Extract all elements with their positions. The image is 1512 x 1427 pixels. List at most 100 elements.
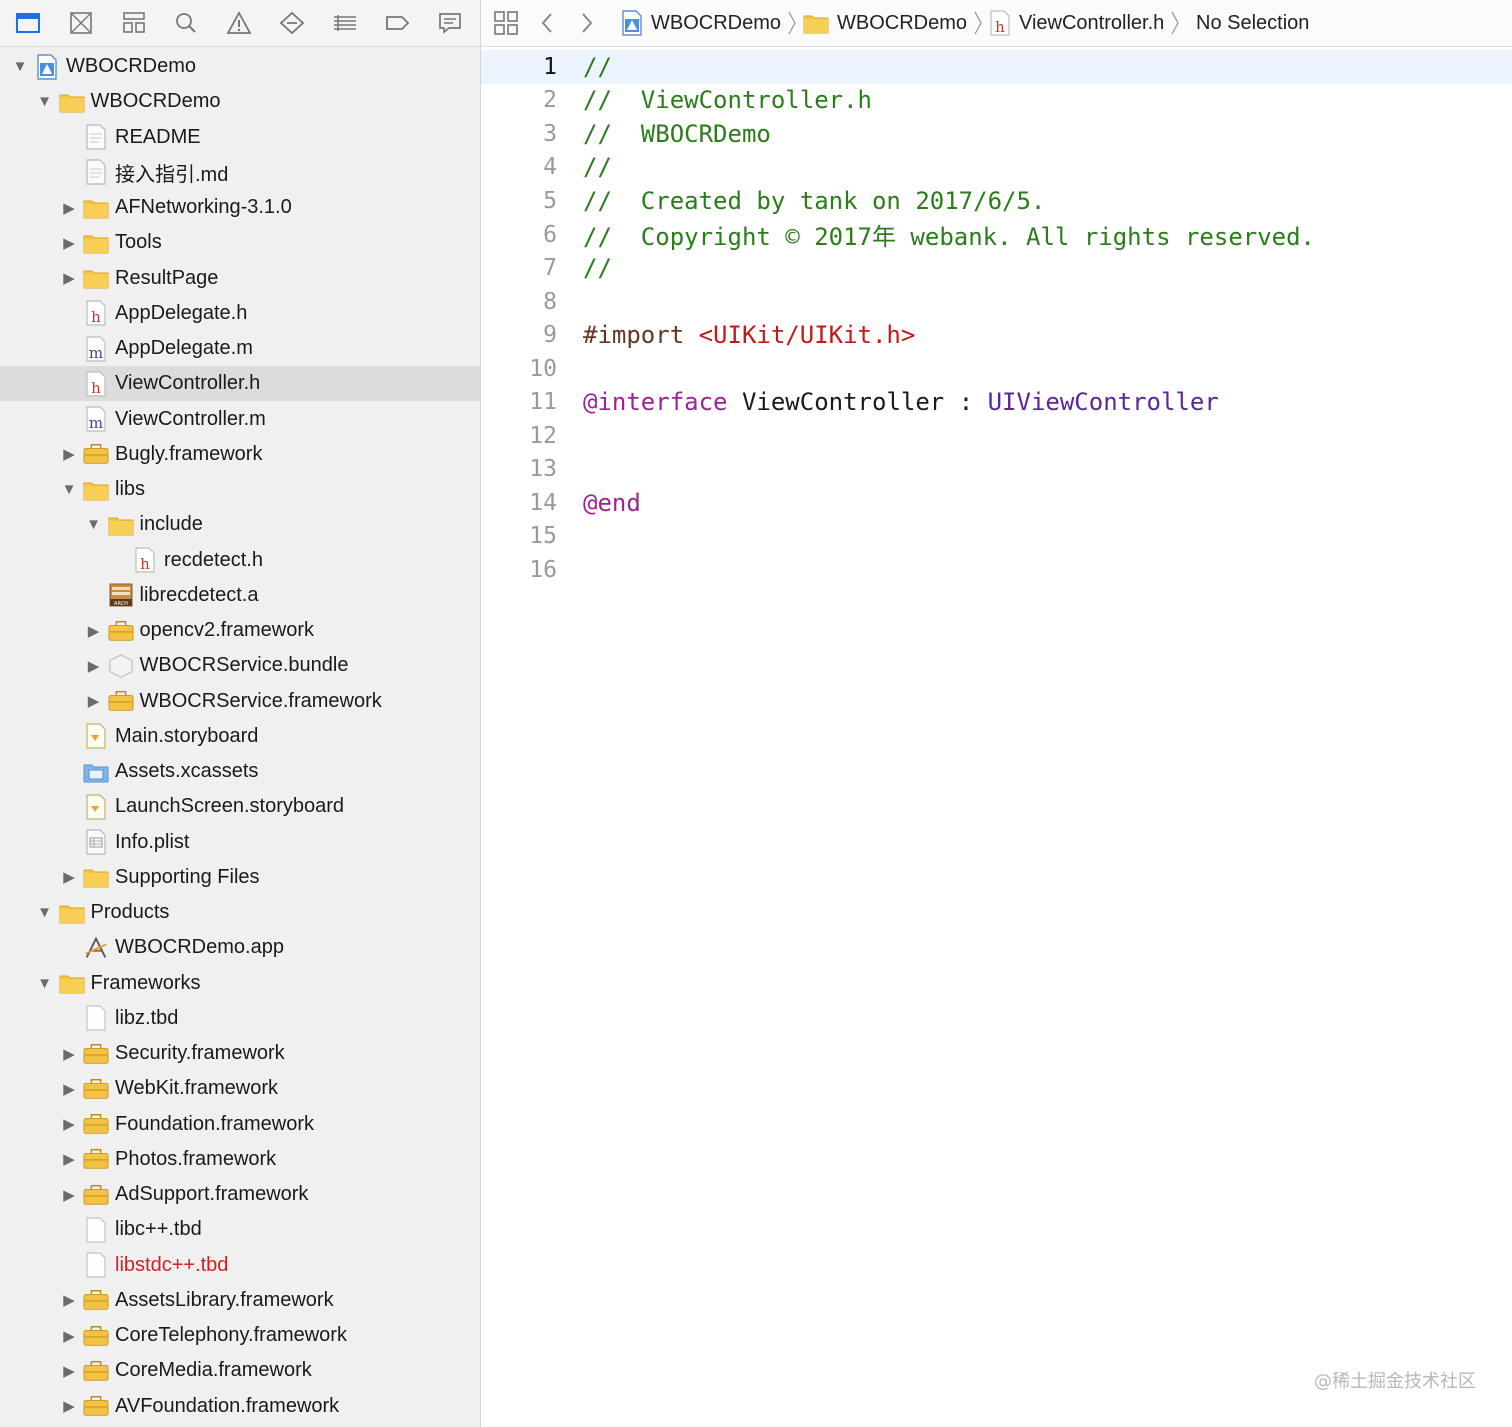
disclosure-closed-icon[interactable]: ▶ [61,235,77,252]
disclosure-closed-icon[interactable]: ▶ [61,446,77,463]
disclosure-closed-icon[interactable]: ▶ [61,1328,77,1345]
tree-row[interactable]: ▶ opencv2.framework [0,613,480,648]
tree-row[interactable]: libz.tbd [0,1001,480,1036]
svg-text:m: m [89,344,103,362]
tree-row[interactable]: libstdc++.tbd [0,1248,480,1283]
tree-row[interactable]: ▶ Bugly.framework [0,437,480,472]
code-line[interactable]: 16 [481,553,1512,587]
tree-row[interactable]: WBOCRDemo.app [0,930,480,965]
issue-icon[interactable] [223,7,255,39]
code-line[interactable]: 14 @end [481,486,1512,520]
source-control-icon[interactable] [65,7,97,39]
disclosure-open-icon[interactable]: ▼ [37,904,53,921]
disclosure-open-icon[interactable]: ▼ [86,516,102,533]
tree-row[interactable]: README [0,120,480,155]
disclosure-closed-icon[interactable]: ▶ [61,1116,77,1133]
disclosure-closed-icon[interactable]: ▶ [61,1398,77,1415]
disclosure-open-icon[interactable]: ▼ [12,58,28,75]
disclosure-closed-icon[interactable]: ▶ [61,1151,77,1168]
breadcrumb-item[interactable]: WBOCRDemo [803,0,983,46]
tree-row[interactable]: libc++.tbd [0,1212,480,1247]
folder-icon [59,901,85,925]
tree-row[interactable]: ▶ Security.framework [0,1036,480,1071]
disclosure-open-icon[interactable]: ▼ [61,481,77,498]
code-line[interactable]: 6 // Copyright © 2017年 webank. All rights… [481,218,1512,252]
tree-row[interactable]: ▶ AFNetworking-3.1.0 [0,190,480,225]
disclosure-closed-icon[interactable]: ▶ [61,1363,77,1380]
tree-row[interactable]: h ViewController.h [0,366,480,402]
tree-row[interactable]: ▼ Products [0,895,480,930]
report-icon[interactable] [434,7,466,39]
disclosure-closed-icon[interactable]: ▶ [61,1081,77,1098]
breadcrumb-item[interactable]: WBOCRDemo [621,0,797,46]
disclosure-open-icon[interactable]: ▼ [37,975,53,992]
code-line[interactable]: 5 // Created by tank on 2017/6/5. [481,184,1512,218]
breadcrumb-item[interactable]: h ViewController.h [989,0,1180,46]
chevron-right-icon[interactable] [579,0,595,46]
code-line[interactable]: 2 // ViewController.h [481,84,1512,118]
tree-row[interactable]: ▼ include [0,507,480,542]
tree-row[interactable]: ▶ Supporting Files [0,860,480,895]
line-number: 1 [543,53,557,80]
code-line[interactable]: 9 #import <UIKit/UIKit.h> [481,318,1512,352]
disclosure-closed-icon[interactable]: ▶ [61,869,77,886]
breadcrumb-item[interactable]: No Selection [1196,0,1309,46]
tree-row[interactable]: ▶ CoreTelephony.framework [0,1318,480,1353]
implementation-file-icon: m [83,406,109,432]
disclosure-open-icon[interactable]: ▼ [37,93,53,110]
symbol-navigator-icon[interactable] [118,7,150,39]
disclosure-closed-icon[interactable]: ▶ [86,693,102,710]
disclosure-closed-icon[interactable]: ▶ [61,1292,77,1309]
tree-row[interactable]: ▶ Tools [0,225,480,260]
disclosure-closed-icon[interactable]: ▶ [86,658,102,675]
tree-row[interactable]: ▶ WBOCRService.bundle [0,648,480,683]
tree-row[interactable]: ▼ Frameworks [0,966,480,1001]
tree-row[interactable]: Main.storyboard [0,719,480,754]
tree-row[interactable]: ▶ WBOCRService.framework [0,684,480,719]
tree-row[interactable]: m ViewController.m [0,402,480,437]
code-line[interactable]: 7 // [481,251,1512,285]
tree-row[interactable]: ▶ Foundation.framework [0,1107,480,1142]
tree-row[interactable]: 接入指引.md [0,155,480,190]
tree-row[interactable]: h AppDelegate.h [0,296,480,331]
tree-row[interactable]: ▶ AdSupport.framework [0,1177,480,1212]
tree-row[interactable]: ▶ CoreMedia.framework [0,1353,480,1388]
code-line[interactable]: 15 [481,520,1512,554]
breakpoint-icon[interactable] [381,7,413,39]
disclosure-closed-icon[interactable]: ▶ [61,1187,77,1204]
tree-row[interactable]: ▶ ResultPage [0,261,480,296]
tree-row[interactable]: m AppDelegate.m [0,331,480,366]
code-line[interactable]: 1 // [481,50,1512,84]
disclosure-closed-icon[interactable]: ▶ [61,200,77,217]
tree-row[interactable]: h recdetect.h [0,543,480,578]
tree-row[interactable]: LaunchScreen.storyboard [0,789,480,824]
tree-row-label: README [115,125,201,148]
tree-row[interactable]: ▼ WBOCRDemo [0,49,480,84]
code-line[interactable]: 12 [481,419,1512,453]
code-line[interactable]: 11 @interface ViewController : UIViewCont… [481,386,1512,420]
code-line[interactable]: 13 [481,453,1512,487]
chevron-left-icon[interactable] [539,0,555,46]
tree-row[interactable]: ▶ Photos.framework [0,1142,480,1177]
disclosure-closed-icon[interactable]: ▶ [61,270,77,287]
disclosure-closed-icon[interactable]: ▶ [86,623,102,640]
tree-row[interactable]: ▼ libs [0,472,480,507]
code-line[interactable]: 8 [481,285,1512,319]
disclosure-closed-icon[interactable]: ▶ [61,1046,77,1063]
debug-icon[interactable] [329,7,361,39]
project-navigator-icon[interactable] [12,7,44,39]
tree-row[interactable]: ▶ AssetsLibrary.framework [0,1283,480,1318]
tree-row-label: Products [90,901,170,923]
code-line[interactable]: 10 [481,352,1512,386]
test-icon[interactable] [276,7,308,39]
tree-row[interactable]: Info.plist [0,825,480,860]
find-icon[interactable] [170,7,202,39]
tree-row[interactable]: ARCH librecdetect.a [0,578,480,613]
tree-row[interactable]: ▶ WebKit.framework [0,1071,480,1106]
tree-row[interactable]: ▶ AVFoundation.framework [0,1389,480,1424]
tree-row[interactable]: ▼ WBOCRDemo [0,84,480,119]
code-line[interactable]: 4 // [481,151,1512,185]
related-items-icon[interactable] [493,0,519,46]
code-line[interactable]: 3 // WBOCRDemo [481,117,1512,151]
tree-row[interactable]: Assets.xcassets [0,754,480,789]
